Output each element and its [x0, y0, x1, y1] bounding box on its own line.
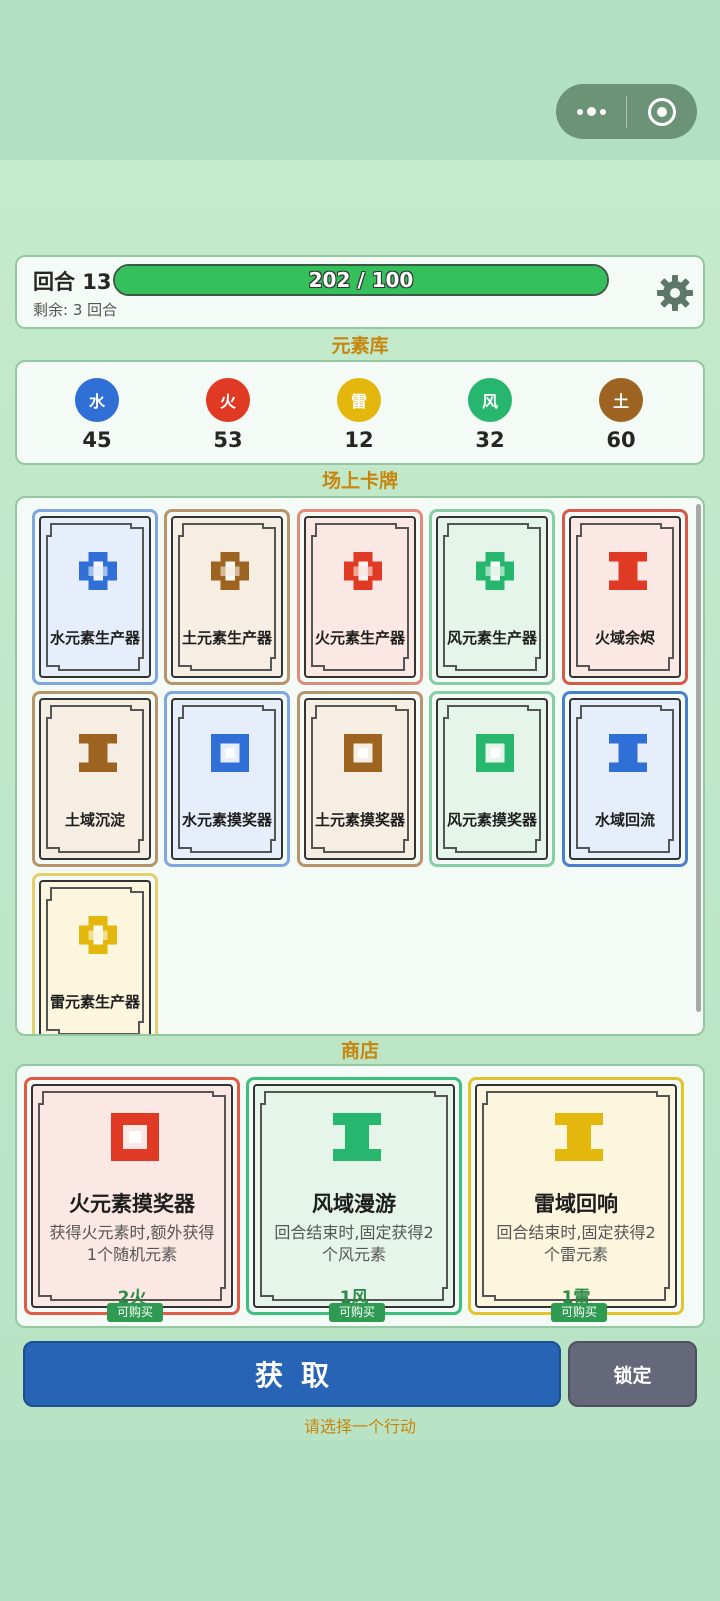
card-frame — [300, 694, 420, 864]
shop-card-desc: 回合结束时,固定获得2个风元素 — [274, 1223, 434, 1264]
shop-panel: 火元素摸奖器 获得火元素时,额外获得1个随机元素 2火 可购买 风域漫游 回合结… — [15, 1064, 705, 1328]
card-frame — [565, 694, 685, 864]
field-card[interactable]: 水元素生产器 — [32, 509, 158, 685]
card-name: 水元素摸奖器 — [181, 811, 272, 829]
earth-icon: 土 — [599, 378, 643, 422]
remaining-rounds: 剩余: 3 回合 — [33, 301, 118, 319]
element-earth: 土 60 — [591, 378, 651, 452]
element-bank-title: 元素库 — [331, 335, 389, 357]
element-thunder: 雷 12 — [329, 378, 389, 452]
more-dots-icon — [576, 107, 606, 116]
round-header: 回合 13 剩余: 3 回合 202 / 100 — [15, 255, 705, 329]
close-miniprogram-button[interactable] — [627, 84, 697, 139]
card-name: 水域回流 — [594, 811, 655, 829]
lottery-icon — [476, 734, 514, 772]
card-name: 风元素生产器 — [446, 629, 537, 647]
field-card[interactable]: 土元素生产器 — [164, 509, 290, 685]
card-frame — [35, 512, 155, 682]
element-fire: 火 53 — [198, 378, 258, 452]
card-name: 风元素摸奖器 — [446, 811, 537, 829]
domain-icon — [79, 734, 117, 772]
lottery-icon — [211, 734, 249, 772]
card-frame — [300, 512, 420, 682]
domain-icon — [609, 734, 647, 772]
field-card[interactable]: 风元素摸奖器 — [429, 691, 555, 867]
progress-text: 202 / 100 — [308, 268, 414, 292]
shop-card[interactable]: 火元素摸奖器 获得火元素时,额外获得1个随机元素 2火 可购买 — [24, 1077, 240, 1322]
card-frame — [35, 876, 155, 1034]
field-card[interactable]: 风元素生产器 — [429, 509, 555, 685]
domain-icon — [555, 1113, 603, 1161]
field-card[interactable]: 土域沉淀 — [32, 691, 158, 867]
card-frame — [167, 694, 287, 864]
field-card[interactable]: 雷元素生产器 — [32, 873, 158, 1034]
card-frame — [35, 694, 155, 864]
shop-title: 商店 — [340, 1040, 379, 1062]
field-scrollbar[interactable] — [696, 504, 701, 1012]
water-icon: 水 — [75, 378, 119, 422]
bottom-area — [0, 1440, 720, 1601]
shop-card-desc: 回合结束时,固定获得2个雷元素 — [496, 1223, 656, 1264]
shop-card[interactable]: 雷域回响 回合结束时,固定获得2个雷元素 1雷 可购买 — [468, 1077, 684, 1322]
thunder-count: 12 — [344, 428, 374, 452]
field-card[interactable]: 水域回流 — [562, 691, 688, 867]
earth-count: 60 — [606, 428, 636, 452]
mini-program-capsule — [556, 84, 697, 139]
wind-icon: 风 — [468, 378, 512, 422]
producer-icon — [476, 552, 514, 590]
round-label: 回合 13 — [33, 270, 112, 294]
card-name: 火元素生产器 — [314, 629, 405, 647]
producer-icon — [79, 916, 117, 954]
card-frame — [167, 512, 287, 682]
score-progress-bar: 202 / 100 — [113, 264, 609, 296]
field-cards-panel: 水元素生产器 土元素生产器 火元素生产器 风元素生产器 火域余烬 土域沉淀 水元… — [15, 496, 705, 1036]
buyable-badge: 可购买 — [329, 1303, 385, 1322]
producer-icon — [211, 552, 249, 590]
thunder-icon: 雷 — [337, 378, 381, 422]
lottery-icon — [344, 734, 382, 772]
card-name: 雷元素生产器 — [49, 993, 140, 1011]
buyable-badge: 可购买 — [107, 1303, 163, 1322]
card-name: 火域余烬 — [594, 629, 655, 647]
field-card[interactable]: 水元素摸奖器 — [164, 691, 290, 867]
card-frame — [565, 512, 685, 682]
card-name: 土域沉淀 — [64, 811, 125, 829]
buyable-badge: 可购买 — [551, 1303, 607, 1322]
lock-button[interactable]: 锁定 — [568, 1341, 697, 1407]
card-name: 土元素生产器 — [181, 629, 272, 647]
shop-card-name: 火元素摸奖器 — [69, 1192, 195, 1216]
field-cards-title: 场上卡牌 — [321, 470, 398, 492]
element-water: 水 45 — [67, 378, 127, 452]
wind-count: 32 — [475, 428, 505, 452]
field-card[interactable]: 火域余烬 — [562, 509, 688, 685]
shop-card[interactable]: 风域漫游 回合结束时,固定获得2个风元素 1风 可购买 — [246, 1077, 462, 1322]
domain-icon — [333, 1113, 381, 1161]
shop-card-name: 雷域回响 — [534, 1192, 618, 1216]
card-name: 土元素摸奖器 — [314, 811, 405, 829]
more-menu-button[interactable] — [556, 84, 626, 139]
settings-gear-icon[interactable] — [655, 273, 695, 313]
element-bank: 水 45 火 53 雷 12 风 32 土 60 — [15, 360, 705, 465]
card-name: 水元素生产器 — [49, 629, 140, 647]
action-hint: 请选择一个行动 — [303, 1417, 416, 1436]
water-count: 45 — [82, 428, 112, 452]
element-wind: 风 32 — [460, 378, 520, 452]
card-frame — [432, 694, 552, 864]
field-card[interactable]: 土元素摸奖器 — [297, 691, 423, 867]
domain-icon — [609, 552, 647, 590]
producer-icon — [344, 552, 382, 590]
fire-icon: 火 — [206, 378, 250, 422]
field-card[interactable]: 火元素生产器 — [297, 509, 423, 685]
fire-count: 53 — [213, 428, 243, 452]
producer-icon — [79, 552, 117, 590]
lottery-icon — [111, 1113, 159, 1161]
target-icon — [648, 97, 676, 126]
get-button[interactable]: 获取 — [23, 1341, 561, 1407]
shop-card-name: 风域漫游 — [312, 1192, 396, 1216]
card-frame — [432, 512, 552, 682]
shop-card-desc: 获得火元素时,额外获得1个随机元素 — [49, 1223, 215, 1264]
